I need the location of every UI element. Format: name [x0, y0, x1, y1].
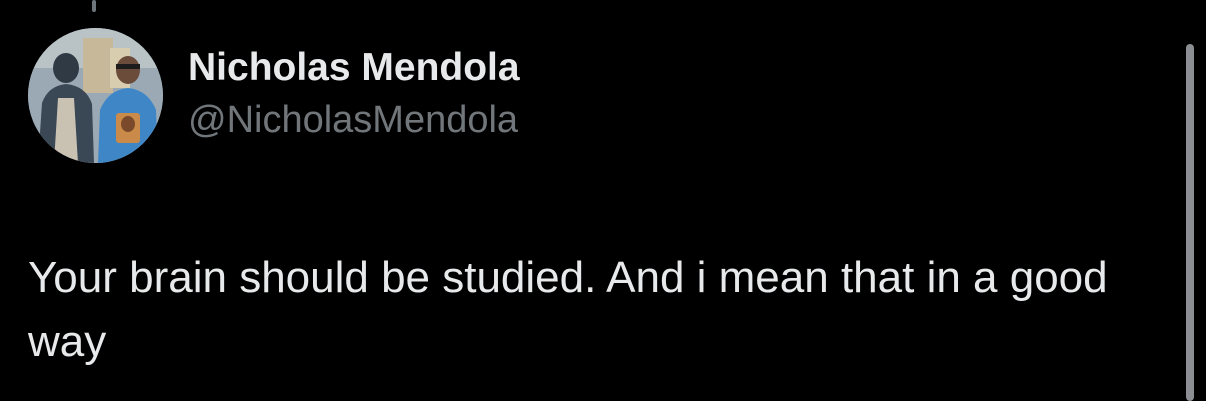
- tweet-body-text: Your brain should be studied. And i mean…: [28, 253, 1108, 366]
- author-handle[interactable]: @NicholasMendola: [188, 96, 520, 144]
- thread-connector-line: [92, 0, 96, 12]
- avatar[interactable]: [28, 28, 163, 163]
- tweet-author-header: Nicholas Mendola @NicholasMendola: [188, 44, 520, 144]
- scrollbar[interactable]: [1186, 44, 1194, 401]
- profile-photo-icon: [28, 28, 163, 163]
- author-display-name[interactable]: Nicholas Mendola: [188, 44, 520, 92]
